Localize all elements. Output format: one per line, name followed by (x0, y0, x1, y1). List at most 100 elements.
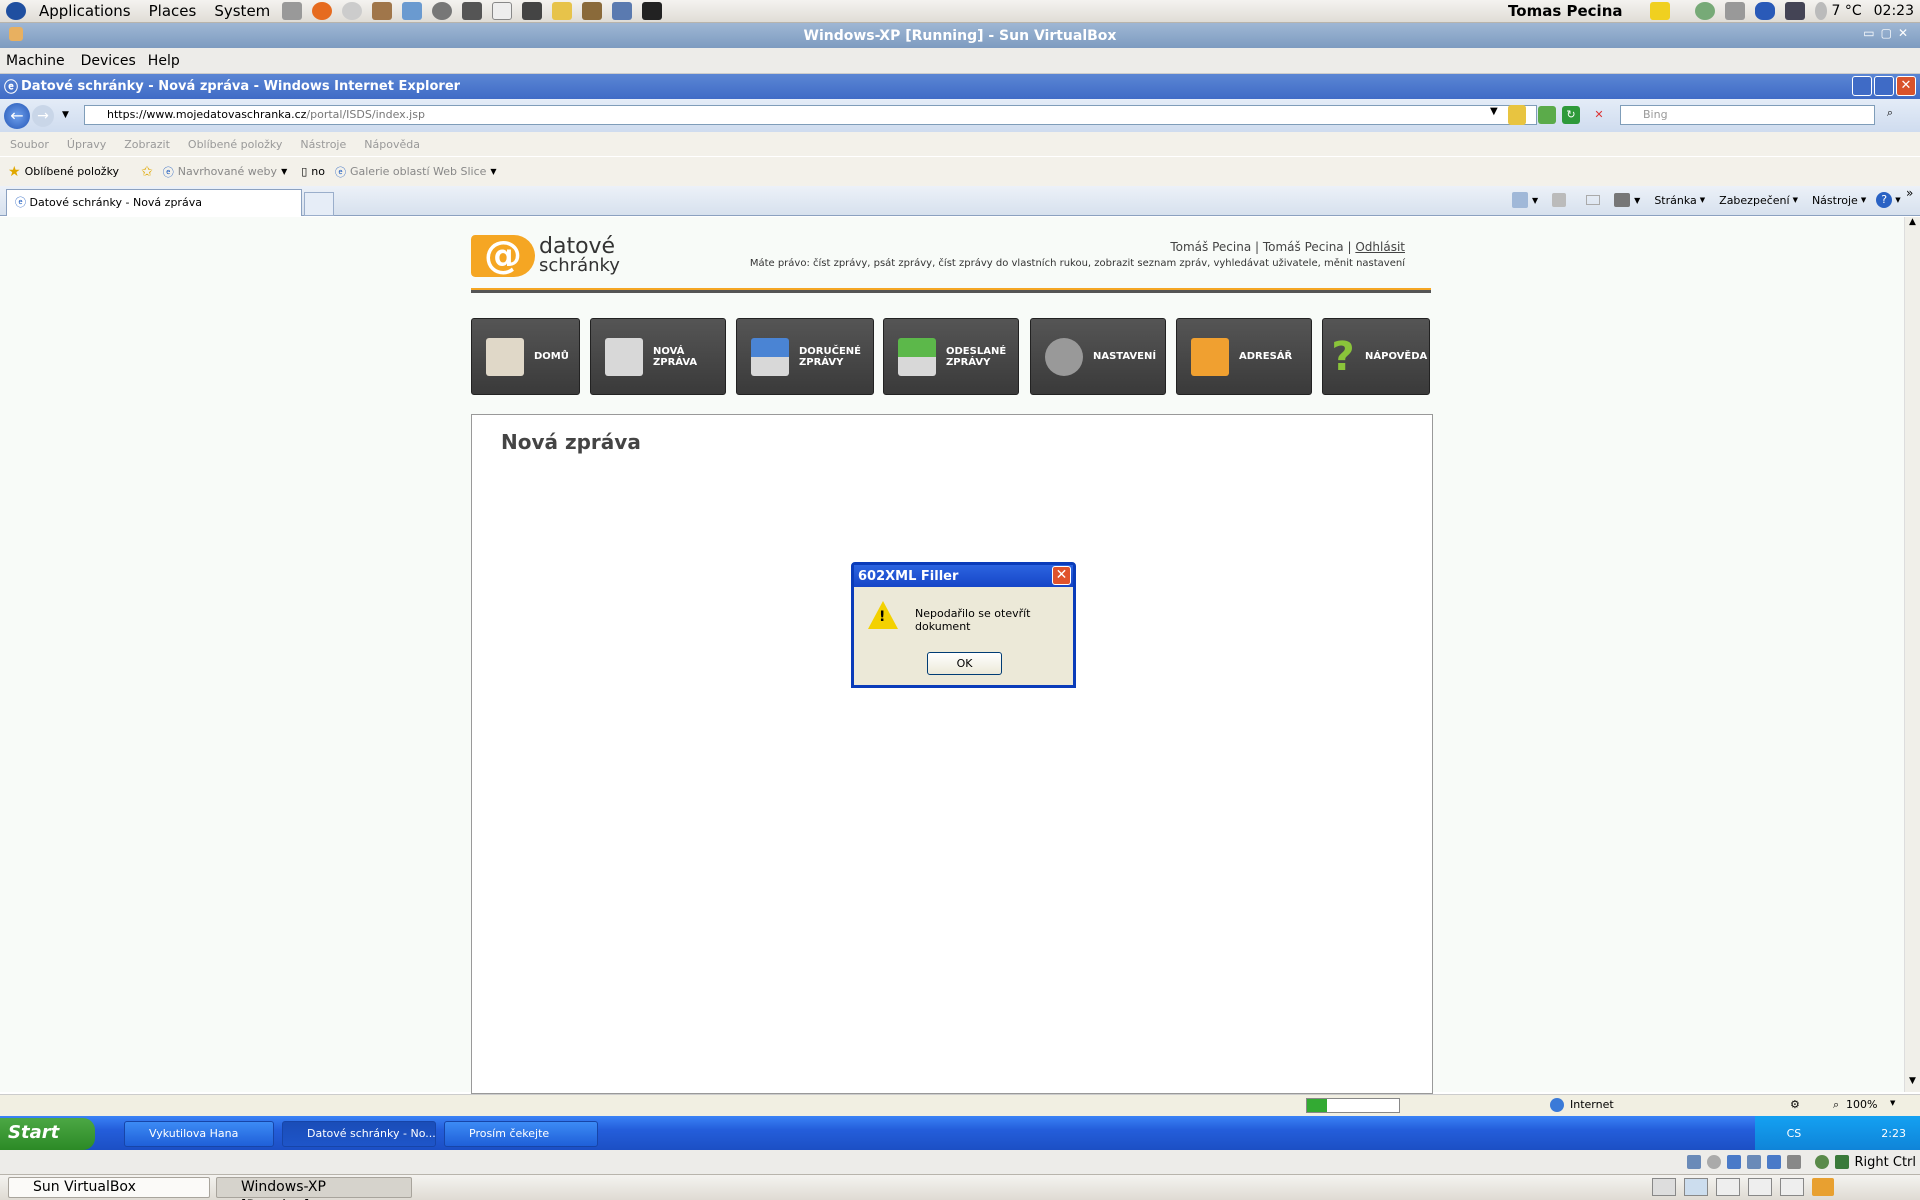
chevron-down-icon[interactable]: ▼ (1895, 196, 1900, 204)
gnome-task-virtualbox[interactable]: Sun VirtualBox (8, 1177, 210, 1198)
chevron-down-icon[interactable]: ▼ (1793, 196, 1798, 204)
taskbar-folder[interactable]: Vykutilova Hana (124, 1121, 274, 1147)
home-icon[interactable] (1512, 192, 1528, 208)
favorite-no[interactable]: no (311, 165, 325, 178)
history-dropdown-icon[interactable]: ▼ (62, 110, 69, 120)
menu-help[interactable]: Help (148, 53, 180, 69)
cdrom-icon[interactable] (1706, 1155, 1721, 1169)
scrollbar[interactable]: ▲ ▼ (1904, 217, 1920, 1092)
suggested-sites[interactable]: Navrhované weby (178, 165, 277, 178)
ie-window-controls[interactable]: ✕ (1852, 76, 1916, 96)
stop-icon[interactable]: ✕ (1590, 106, 1608, 124)
editor-icon[interactable] (552, 2, 573, 20)
bluetooth-icon[interactable] (1754, 2, 1775, 20)
refresh-icon[interactable]: ↻ (1562, 106, 1580, 124)
workspace-icon[interactable] (1780, 1178, 1804, 1196)
system-menu[interactable]: System (214, 2, 270, 20)
compatibility-icon[interactable] (1538, 106, 1556, 124)
menu-napoveda[interactable]: Nápověda (364, 138, 420, 151)
forward-button[interactable]: → (32, 105, 54, 127)
ok-button[interactable]: OK (927, 652, 1002, 675)
launcher-icon[interactable] (342, 2, 363, 20)
back-button[interactable]: ← (4, 103, 30, 129)
gnome-task-windows-xp[interactable]: Windows-XP [Running]... (216, 1177, 412, 1200)
chevron-down-icon[interactable]: ▼ (1532, 196, 1538, 205)
protected-mode-icon[interactable]: ⚙ (1790, 1098, 1800, 1111)
dialog-close-button[interactable]: ✕ (1052, 566, 1071, 585)
menu-upravy[interactable]: Úpravy (67, 138, 106, 151)
scroll-up-icon[interactable]: ▲ (1905, 217, 1920, 233)
workspace-icon[interactable] (1652, 1178, 1676, 1196)
help-icon[interactable]: ? (1876, 192, 1893, 208)
mouse-integration-icon[interactable] (1814, 1155, 1829, 1169)
nav-nastaveni[interactable]: NASTAVENÍ (1030, 318, 1166, 395)
capture-icon[interactable] (1786, 1155, 1801, 1169)
charmap-icon[interactable] (492, 2, 513, 20)
zoom-level[interactable]: 100% (1846, 1098, 1877, 1111)
taskbar-ie[interactable]: Datové schránky - No... (282, 1121, 436, 1147)
new-tab-button[interactable] (304, 192, 334, 216)
chevron-down-icon[interactable]: ▼ (1890, 1099, 1895, 1107)
chevron-more-icon[interactable]: » (1906, 186, 1913, 200)
datove-schranky-logo[interactable]: @ datové schránky (471, 235, 620, 277)
safety-menu[interactable]: Zabezpečení (1719, 194, 1789, 207)
settings-icon[interactable] (432, 2, 453, 20)
clock[interactable]: 02:23 (1874, 3, 1914, 19)
search-input[interactable]: Bing (1620, 105, 1875, 125)
network-adapter-icon[interactable] (1726, 1155, 1741, 1169)
nav-adresar[interactable]: ADRESÁŘ (1176, 318, 1312, 395)
favorites-button[interactable]: Oblíbené položky (25, 165, 120, 178)
terminal-icon[interactable] (642, 2, 663, 20)
print-icon[interactable] (1614, 193, 1631, 207)
weather-temp[interactable]: 7 °C (1832, 3, 1862, 19)
trash-icon[interactable] (1812, 1178, 1834, 1196)
menu-oblibene[interactable]: Oblíbené položky (188, 138, 283, 151)
chevron-down-icon[interactable]: ▼ (1700, 196, 1705, 204)
shared-folders-icon[interactable] (1766, 1155, 1781, 1169)
menu-nastroje[interactable]: Nástroje (300, 138, 346, 151)
window-controls[interactable]: ▭▢✕ (1863, 26, 1914, 40)
chevron-down-icon[interactable]: ▼ (1634, 196, 1640, 205)
launcher-icon[interactable] (282, 2, 303, 20)
camera-icon[interactable] (522, 2, 543, 20)
nav-nova-zprava[interactable]: NOVÁ ZPRÁVA (590, 318, 726, 395)
menu-machine[interactable]: Machine (6, 53, 65, 69)
feeds-icon[interactable] (1552, 193, 1567, 207)
virtualbox-icon[interactable] (402, 2, 423, 20)
fedora-icon[interactable] (6, 2, 26, 20)
menu-soubor[interactable]: Soubor (10, 138, 49, 151)
minimize-icon[interactable] (1852, 76, 1872, 96)
chevron-down-icon[interactable]: ▼ (490, 167, 496, 176)
usb-icon[interactable] (1746, 1155, 1761, 1169)
nav-dorucene-zpravy[interactable]: DORUČENÉ ZPRÁVY (736, 318, 874, 395)
workspace-icon[interactable] (1748, 1178, 1772, 1196)
close-icon[interactable]: ✕ (1896, 76, 1916, 96)
page-menu[interactable]: Stránka (1654, 194, 1696, 207)
workspace-icon[interactable] (1684, 1178, 1708, 1196)
restore-icon[interactable] (1874, 76, 1894, 96)
dialog-titlebar[interactable]: 602XML Filler ✕ (854, 565, 1073, 587)
display-icon[interactable] (1784, 2, 1805, 20)
tab-datove-schranky[interactable]: ⓔ Datové schránky - Nová zpráva (6, 189, 302, 216)
nav-odeslane-zpravy[interactable]: ODESLANÉ ZPRÁVY (883, 318, 1019, 395)
places-menu[interactable]: Places (149, 2, 197, 20)
start-button[interactable]: Start (0, 1118, 95, 1150)
gimp-icon[interactable] (582, 2, 603, 20)
scroll-down-icon[interactable]: ▼ (1905, 1076, 1920, 1092)
mail-icon[interactable] (1586, 195, 1601, 205)
network-icon[interactable] (1694, 2, 1715, 20)
chevron-down-icon[interactable]: ▼ (281, 167, 287, 176)
workspace-icon[interactable] (1716, 1178, 1740, 1196)
url-dropdown-icon[interactable]: ▼ (1490, 106, 1498, 117)
notes-icon[interactable] (1649, 2, 1670, 20)
taskbar-wait[interactable]: Prosím čekejte (444, 1121, 598, 1147)
add-favorite-icon[interactable]: ✩ (141, 164, 153, 180)
firefox-icon[interactable] (312, 2, 333, 20)
language-indicator[interactable]: CS (1787, 1127, 1802, 1140)
zone-label[interactable]: Internet (1570, 1098, 1614, 1111)
chevron-down-icon[interactable]: ▼ (1861, 196, 1866, 204)
applications-menu[interactable]: Applications (39, 2, 131, 20)
tools-menu[interactable]: Nástroje (1812, 194, 1858, 207)
disk-icon[interactable] (1686, 1155, 1701, 1169)
user-name[interactable]: Tomas Pecina (1508, 2, 1622, 20)
